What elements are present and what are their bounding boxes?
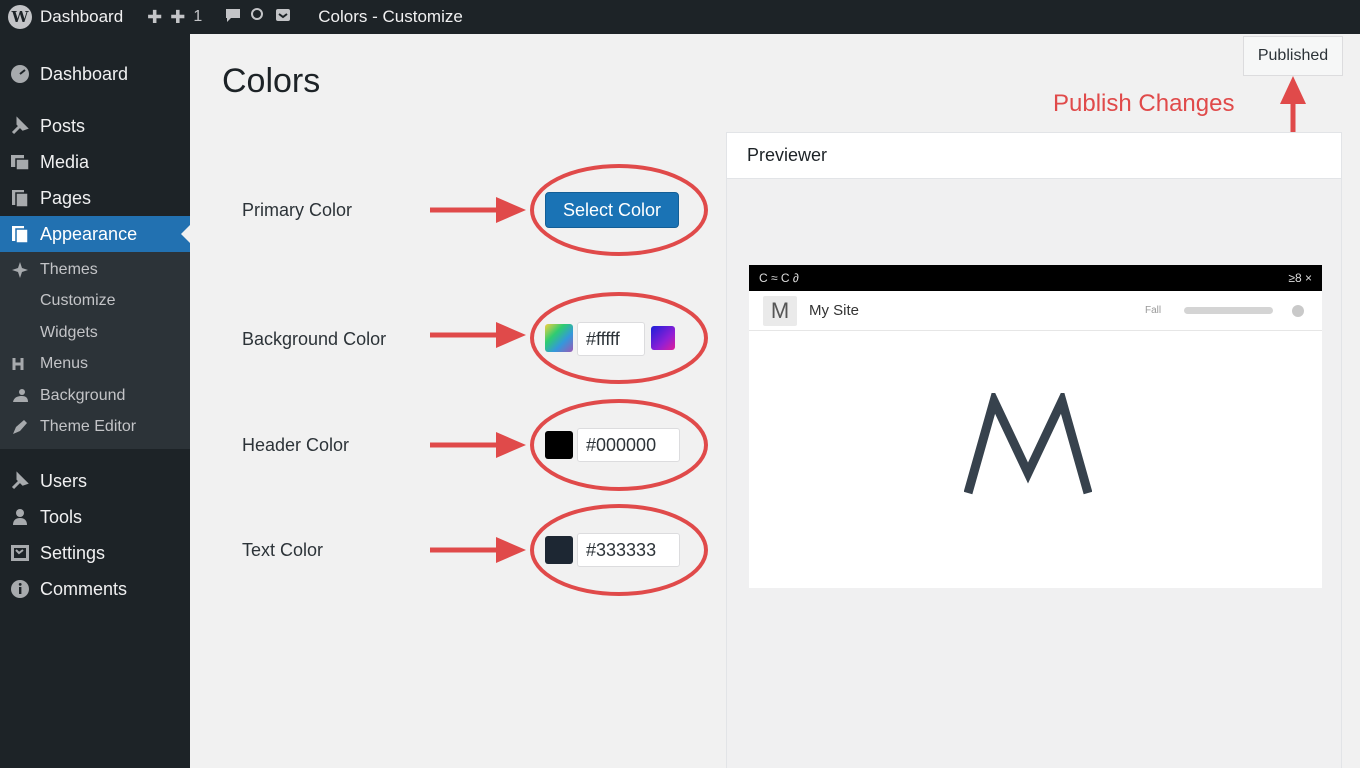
published-button[interactable]: Published xyxy=(1243,36,1343,76)
sidebar-item-label: Background xyxy=(40,386,126,404)
color-picker-swatch[interactable] xyxy=(651,326,675,350)
page-title: Colors xyxy=(222,62,321,100)
sidebar-item-dashboard[interactable]: Dashboard xyxy=(0,56,190,92)
sidebar-item-label: Customize xyxy=(40,292,116,310)
sidebar-item-tools[interactable]: Tools xyxy=(0,499,190,535)
preview-user-icon xyxy=(1292,305,1304,317)
sidebar-item-posts[interactable]: Posts xyxy=(0,108,190,144)
sidebar-item-comments[interactable]: Comments xyxy=(0,571,190,607)
arrow-annotation-icon xyxy=(430,432,526,458)
header-color-field[interactable]: #000000 xyxy=(577,428,680,462)
admin-sidebar: Dashboard Posts Media Pages Appearance T… xyxy=(0,34,190,768)
arrow-annotation-icon xyxy=(430,197,526,223)
sidebar-item-widgets[interactable]: Widgets xyxy=(0,317,190,349)
site-name: My Site xyxy=(809,302,860,319)
users-icon xyxy=(8,469,32,493)
update-count: 1 xyxy=(193,8,203,25)
preview-toolbar-left: C ≈ C ∂ xyxy=(759,271,799,285)
comments-bubble-icon[interactable] xyxy=(224,6,242,29)
previewer-panel: Previewer C ≈ C ∂ ≥8 × M My Site Fall xyxy=(726,132,1342,768)
sidebar-item-label: Theme Editor xyxy=(40,418,137,436)
sidebar-item-label: Posts xyxy=(40,115,86,136)
comments-icon xyxy=(8,577,32,601)
background-color-label: Background Color xyxy=(242,329,387,349)
adminbar-dashboard-link[interactable]: Dashboard xyxy=(40,7,123,27)
preview-toolbar: C ≈ C ∂ ≥8 × xyxy=(749,265,1322,291)
text-color-field[interactable]: #333333 xyxy=(577,533,680,567)
wordpress-logo-icon[interactable]: W xyxy=(8,5,32,29)
sidebar-item-theme-editor[interactable]: Theme Editor xyxy=(0,412,190,444)
adminbar-icons: ✚ ✚ 1 xyxy=(147,6,292,29)
sidebar-item-label: Dashboard xyxy=(40,63,129,84)
sidebar-item-label: Themes xyxy=(40,260,98,278)
menus-icon xyxy=(8,352,32,376)
preview-nav-text: Fall xyxy=(1145,305,1162,316)
background-color-field[interactable]: #fffff xyxy=(577,322,645,356)
sidebar-item-label: Pages xyxy=(40,187,92,208)
publish-changes-annotation: Publish Changes xyxy=(1053,90,1235,117)
theme-editor-icon xyxy=(8,415,32,439)
arrow-annotation-icon xyxy=(430,322,526,348)
background-color-swatch[interactable] xyxy=(545,324,573,352)
header-color-swatch[interactable] xyxy=(545,431,573,459)
text-color-swatch[interactable] xyxy=(545,536,573,564)
primary-color-label: Primary Color xyxy=(242,200,353,220)
sidebar-item-users[interactable]: Users xyxy=(0,463,190,499)
sidebar-item-customize[interactable]: Customize xyxy=(0,286,190,318)
sidebar-item-label: Comments xyxy=(40,578,128,599)
sidebar-item-background[interactable]: Background xyxy=(0,380,190,412)
pin-icon xyxy=(8,114,32,138)
sidebar-item-appearance[interactable]: Appearance xyxy=(0,216,190,252)
dashboard-icon xyxy=(8,62,32,86)
sidebar-item-media[interactable]: Media xyxy=(0,144,190,180)
media-icon xyxy=(8,150,32,174)
previewer-title: Previewer xyxy=(727,133,1341,179)
preview-search-bar xyxy=(1184,307,1273,314)
settings-icon xyxy=(8,541,32,565)
sidebar-item-themes[interactable]: Themes xyxy=(0,254,190,286)
preview-toolbar-right: ≥8 × xyxy=(1288,271,1312,285)
inbox-icon[interactable] xyxy=(274,6,292,29)
admin-bar: W Dashboard ✚ ✚ 1 Colors - Customize xyxy=(0,0,1360,34)
themes-icon xyxy=(8,258,32,282)
site-hero-logo-icon xyxy=(964,393,1092,495)
plus-icon[interactable]: ✚ xyxy=(170,7,185,28)
sidebar-item-label: Settings xyxy=(40,542,106,563)
sidebar-item-label: Media xyxy=(40,151,90,172)
tools-icon xyxy=(8,505,32,529)
background-icon xyxy=(8,384,32,408)
search-icon[interactable] xyxy=(250,7,266,28)
new-content-icon[interactable]: ✚ xyxy=(147,7,162,28)
site-logo: M xyxy=(763,295,797,326)
preview-site-header: M My Site Fall xyxy=(749,291,1322,331)
sidebar-item-pages[interactable]: Pages xyxy=(0,180,190,216)
sidebar-item-settings[interactable]: Settings xyxy=(0,535,190,571)
appearance-submenu: Themes Customize Widgets Menus Backgroun… xyxy=(0,252,190,449)
sidebar-item-label: Users xyxy=(40,470,88,491)
pages-icon xyxy=(8,186,32,210)
sidebar-item-menus[interactable]: Menus xyxy=(0,349,190,381)
sidebar-item-label: Appearance xyxy=(40,223,138,244)
sidebar-item-label: Tools xyxy=(40,506,83,527)
sidebar-item-label: Widgets xyxy=(40,323,98,341)
site-preview-frame: C ≈ C ∂ ≥8 × M My Site Fall xyxy=(749,265,1322,588)
appearance-icon xyxy=(8,222,32,246)
adminbar-page-title: Colors - Customize xyxy=(318,7,463,26)
sidebar-item-label: Menus xyxy=(40,355,89,373)
arrow-annotation-icon xyxy=(430,537,526,563)
header-color-label: Header Color xyxy=(242,435,350,455)
select-color-button[interactable]: Select Color xyxy=(545,192,679,228)
text-color-label: Text Color xyxy=(242,540,324,560)
